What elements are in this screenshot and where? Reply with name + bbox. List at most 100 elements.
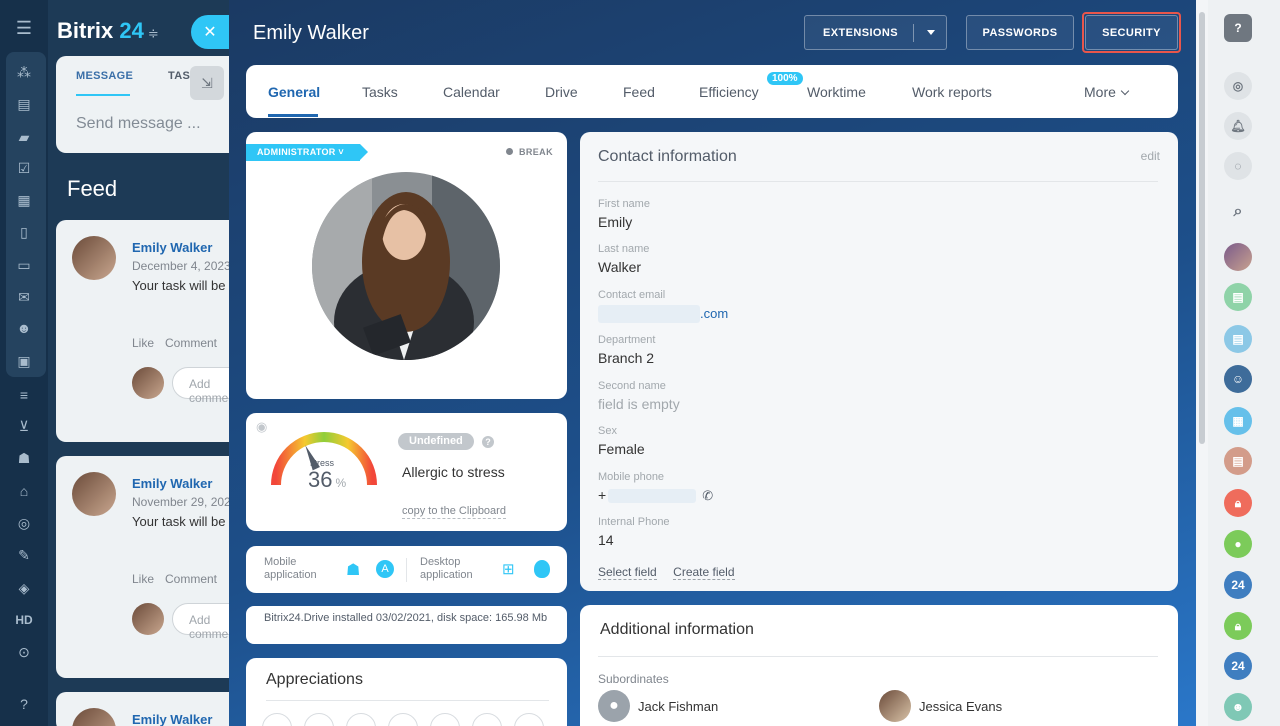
profile-photo[interactable]	[312, 172, 500, 360]
tab-efficiency[interactable]: Efficiency	[699, 84, 759, 100]
subordinates-label: Subordinates	[598, 672, 669, 686]
like-button[interactable]: Like	[132, 336, 154, 350]
apps-icon[interactable]: ⁂	[14, 62, 34, 82]
calendar-icon[interactable]: ▦	[14, 190, 34, 210]
divider	[406, 558, 407, 582]
contact-card-icon[interactable]: ▤	[1224, 283, 1252, 311]
filter-icon[interactable]: ≡	[14, 385, 34, 405]
help-icon[interactable]: ?	[1224, 14, 1252, 42]
edit-link[interactable]: edit	[1141, 149, 1160, 163]
field-department: Department Branch 2	[598, 334, 656, 366]
search-icon[interactable]: ⌕	[1224, 198, 1252, 226]
tasks-icon[interactable]: ☑	[14, 158, 34, 178]
tab-work-reports[interactable]: Work reports	[912, 84, 992, 100]
bell-icon[interactable]: 🔔︎	[1224, 112, 1252, 140]
passwords-button[interactable]: PASSWORDS	[966, 15, 1074, 50]
select-field-link[interactable]: Select field	[598, 565, 657, 580]
chevron-down-icon[interactable]	[927, 30, 935, 35]
groups-icon[interactable]: ☻	[14, 318, 34, 338]
more-down-icon[interactable]: ⊙	[14, 642, 34, 662]
contact-card-icon[interactable]: ▤	[1224, 447, 1252, 475]
tab-message[interactable]: MESSAGE	[76, 70, 133, 82]
create-field-link[interactable]: Create field	[673, 565, 735, 580]
subordinate-item[interactable]: ● Jack Fishman	[598, 690, 718, 722]
tab-tasks[interactable]: Tasks	[362, 84, 398, 100]
avatar[interactable]	[1224, 243, 1252, 271]
tab-general[interactable]: General	[268, 84, 320, 100]
like-button[interactable]: Like	[132, 572, 154, 586]
windows-icon[interactable]: ⊞	[502, 560, 515, 578]
chat-icon[interactable]: ◌	[1224, 152, 1252, 180]
post-author[interactable]: Emily Walker	[132, 476, 212, 491]
phone-icon[interactable]: ✆	[702, 488, 713, 503]
tab-feed[interactable]: Feed	[623, 84, 655, 100]
role-badge[interactable]: ADMINISTRATOR ˅	[246, 144, 368, 161]
calendar-icon[interactable]: ▦	[1224, 407, 1252, 435]
subordinate-item[interactable]: Jessica Evans	[879, 690, 1002, 722]
target-icon[interactable]: ◎	[1224, 72, 1252, 100]
bitrix24-icon[interactable]: 24	[1224, 652, 1252, 680]
bitrix24-icon[interactable]: 24	[1224, 571, 1252, 599]
feed-post: Emily Walker December 4, 2023 Your task …	[56, 220, 246, 442]
message-input[interactable]: Send message ...	[76, 115, 201, 133]
user-icon[interactable]: ●	[1224, 530, 1252, 558]
post-author[interactable]: Emily Walker	[132, 240, 212, 255]
contact-card-icon[interactable]: ▤	[1224, 325, 1252, 353]
sign-icon[interactable]: ✎	[14, 545, 34, 565]
appreciation-icon[interactable]	[388, 713, 418, 726]
tab-drive[interactable]: Drive	[545, 84, 578, 100]
profile-card: ADMINISTRATOR ˅ BREAK	[246, 132, 567, 399]
cart-icon[interactable]: ⊻	[14, 416, 34, 436]
appreciation-icon[interactable]	[346, 713, 376, 726]
helpdesk-icon[interactable]: HD	[14, 610, 34, 630]
lock-icon[interactable]: 🔒︎	[1224, 612, 1252, 640]
tab-calendar[interactable]: Calendar	[443, 84, 500, 100]
group-icon[interactable]: ☻	[1224, 693, 1252, 721]
documents-icon[interactable]: ▯	[14, 222, 34, 242]
divider	[266, 700, 549, 701]
comment-button[interactable]: Comment	[165, 572, 217, 586]
eye-icon[interactable]: ◉	[256, 419, 267, 435]
contact-info-card: Contact information edit First name Emil…	[580, 132, 1178, 591]
tab-worktime[interactable]: Worktime	[807, 84, 866, 100]
extensions-button[interactable]: EXTENSIONS	[804, 15, 947, 50]
appreciation-icon[interactable]	[262, 713, 292, 726]
app-logo[interactable]: Bitrix 24 ≑	[57, 18, 159, 44]
email-link[interactable]: .com	[700, 306, 728, 321]
drive-icon[interactable]: ▭	[14, 255, 34, 275]
appreciation-icon[interactable]	[472, 713, 502, 726]
copy-clipboard-link[interactable]: copy to the Clipboard	[402, 505, 506, 519]
menu-icon[interactable]: ☰	[14, 18, 34, 38]
contacts-icon[interactable]: ▣	[14, 351, 34, 371]
box-icon[interactable]: ◈	[14, 578, 34, 598]
avatar	[879, 690, 911, 722]
android-icon[interactable]: ☗	[14, 448, 34, 468]
avatar[interactable]	[72, 708, 116, 726]
lock-icon[interactable]: 🔒︎	[1224, 489, 1252, 517]
avatar[interactable]	[72, 472, 116, 516]
chat-icon[interactable]: ▰	[14, 127, 34, 147]
mail-icon[interactable]: ✉	[14, 287, 34, 307]
scrollbar-thumb[interactable]	[1199, 12, 1205, 444]
help-icon[interactable]: ?	[14, 694, 34, 714]
close-slider-button[interactable]: ✕	[191, 15, 229, 49]
comment-button[interactable]: Comment	[165, 336, 217, 350]
app-store-icon[interactable]: A	[376, 560, 394, 578]
avatar[interactable]	[72, 236, 116, 280]
appreciation-icon[interactable]	[514, 713, 544, 726]
tab-more[interactable]: More	[1084, 84, 1130, 100]
collapse-icon[interactable]: ⇲	[190, 66, 224, 100]
android-icon[interactable]: ☗	[346, 560, 360, 580]
help-icon[interactable]: ?	[482, 436, 494, 448]
target-icon[interactable]: ◎	[14, 513, 34, 533]
settings-icon[interactable]: ≑	[148, 26, 159, 41]
group-chat-icon[interactable]: ☺	[1224, 365, 1252, 393]
appreciation-icon[interactable]	[430, 713, 460, 726]
feed-icon[interactable]: ▤	[14, 94, 34, 114]
post-author[interactable]: Emily Walker	[132, 712, 212, 726]
page-title: Emily Walker	[253, 22, 369, 44]
apple-icon[interactable]	[534, 560, 550, 578]
bank-icon[interactable]: ⌂	[14, 481, 34, 501]
feed-post: Emily Walker November 29, 2023 Your task…	[56, 456, 246, 678]
appreciation-icon[interactable]	[304, 713, 334, 726]
